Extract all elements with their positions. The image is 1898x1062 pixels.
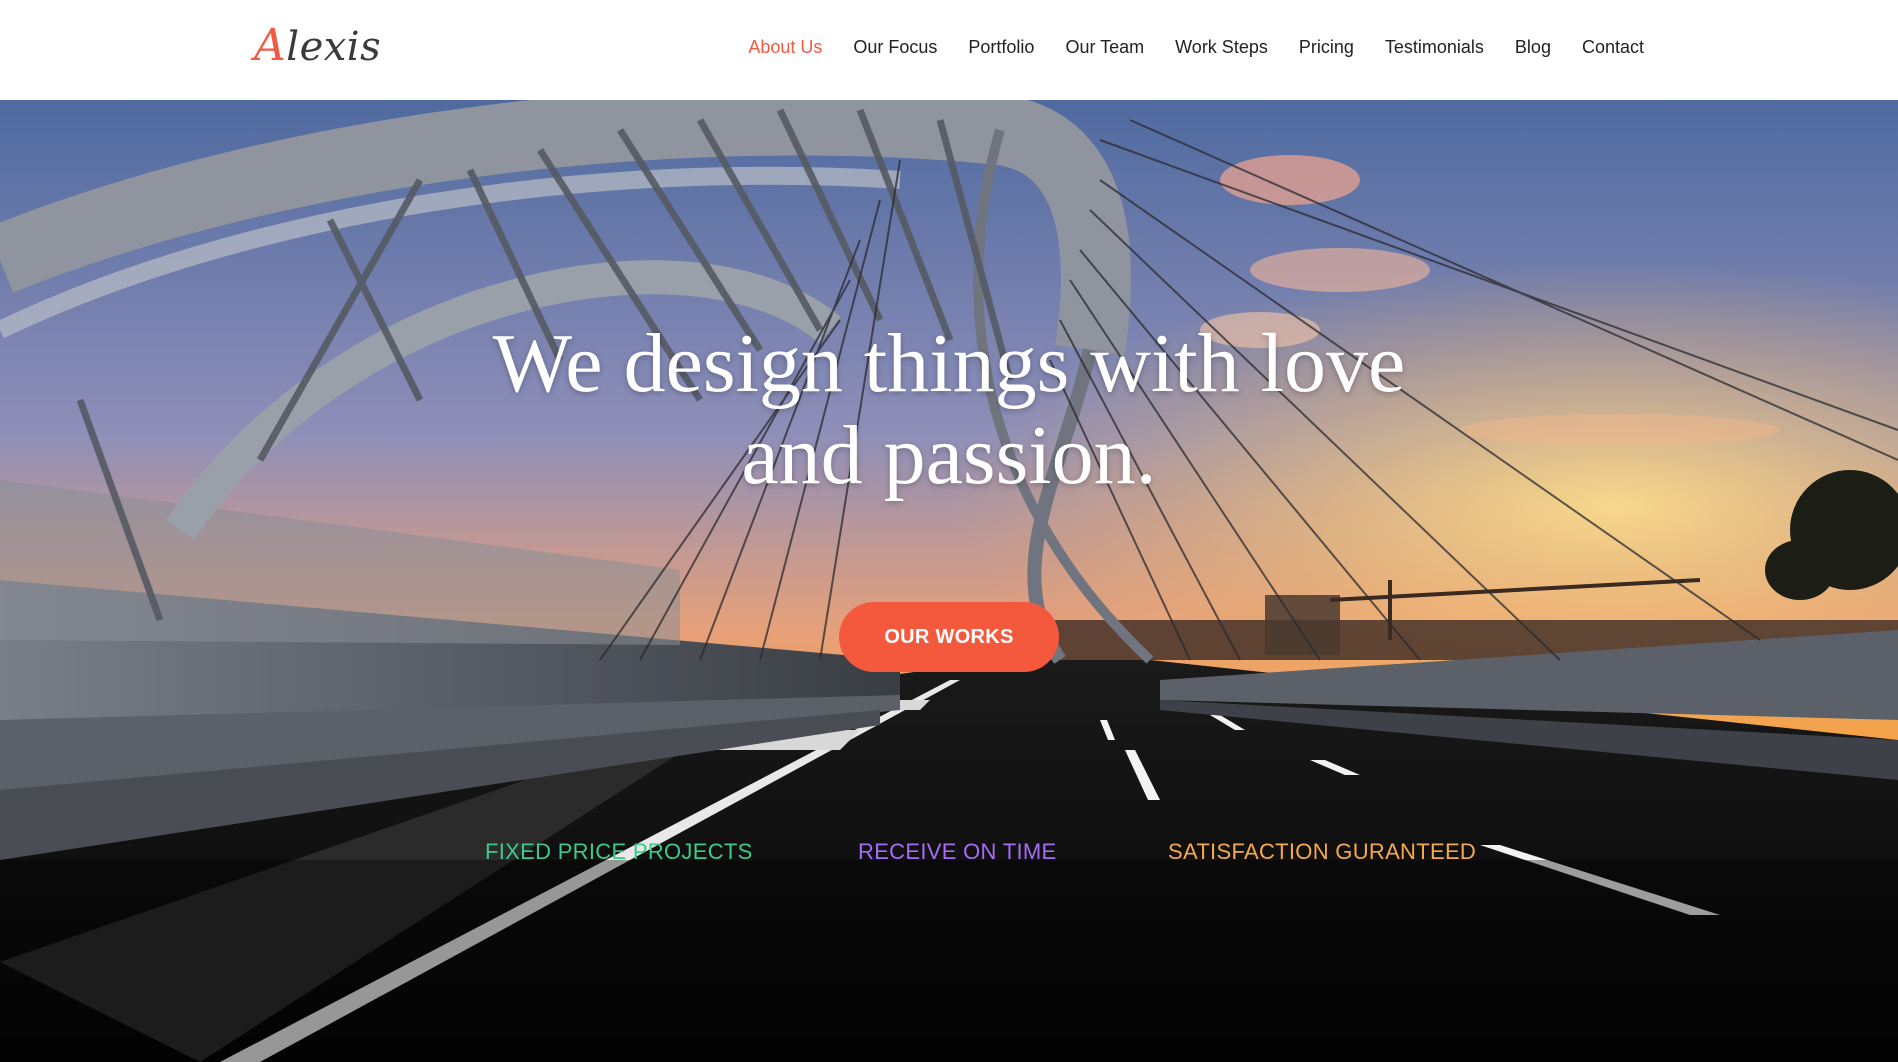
headline-line-1: We design things with love xyxy=(492,317,1406,410)
hero-bridge-image xyxy=(0,100,1898,1062)
nav-blog[interactable]: Blog xyxy=(1515,37,1551,58)
logo-text: lexis xyxy=(286,24,382,70)
nav-our-team[interactable]: Our Team xyxy=(1065,37,1144,58)
nav-our-focus[interactable]: Our Focus xyxy=(853,37,937,58)
hero-section: We design things with love and passion. … xyxy=(0,100,1898,1062)
nav-contact[interactable]: Contact xyxy=(1582,37,1644,58)
top-navbar: Alexis About Us Our Focus Portfolio Our … xyxy=(0,0,1898,100)
feature-fixed-price: FIXED PRICE PROJECTS xyxy=(485,839,753,864)
feature-satisfaction: SATISFACTION GURANTEED xyxy=(1168,839,1477,864)
main-nav: About Us Our Focus Portfolio Our Team Wo… xyxy=(717,0,1644,94)
hero-headline: We design things with love and passion. xyxy=(349,318,1549,502)
nav-testimonials[interactable]: Testimonials xyxy=(1385,37,1484,58)
feature-receive-on-time: RECEIVE ON TIME xyxy=(858,839,1057,864)
nav-about-us[interactable]: About Us xyxy=(748,37,822,58)
our-works-button[interactable]: OUR WORKS xyxy=(839,602,1059,672)
logo-initial: A xyxy=(254,20,287,71)
nav-pricing[interactable]: Pricing xyxy=(1299,37,1354,58)
nav-work-steps[interactable]: Work Steps xyxy=(1175,37,1268,58)
headline-line-2: and passion. xyxy=(741,409,1157,502)
site-logo[interactable]: Alexis xyxy=(254,20,381,71)
nav-portfolio[interactable]: Portfolio xyxy=(968,37,1034,58)
